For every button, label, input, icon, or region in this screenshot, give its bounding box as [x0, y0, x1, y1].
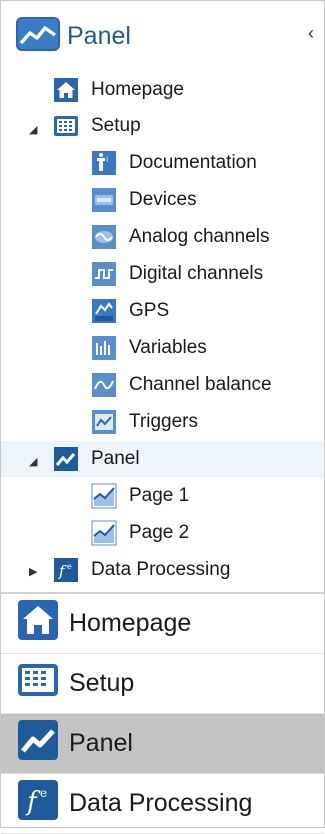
- expand-right-icon[interactable]: ▶: [29, 565, 37, 578]
- tree-item-label: Documentation: [129, 152, 257, 173]
- tree-item-label: Analog channels: [129, 226, 270, 247]
- nav-item-homepage[interactable]: Homepage: [1, 594, 324, 654]
- analog-channels-icon: [92, 225, 116, 249]
- tree-item-channel-balance[interactable]: Channel balance: [91, 367, 272, 403]
- tree-item-setup[interactable]: Setup: [53, 108, 141, 144]
- page-icon: [91, 483, 117, 509]
- panel-icon: [54, 447, 78, 471]
- setup-icon: [54, 116, 78, 136]
- tree-item-digital-channels[interactable]: Digital channels: [91, 256, 263, 292]
- nav-item-setup[interactable]: Setup: [1, 654, 324, 714]
- tree-item-label: Page 1: [129, 485, 190, 506]
- svg-text:e: e: [67, 562, 72, 571]
- panel-header: Panel ‹: [1, 1, 324, 71]
- expand-down-icon[interactable]: ◢: [29, 455, 37, 468]
- tree-item-label: Variables: [129, 337, 207, 358]
- tree-item-triggers[interactable]: Triggers: [91, 404, 198, 440]
- nav-item-label: Data Processing: [69, 789, 253, 817]
- tree-item-data-processing[interactable]: f e Data Processing: [53, 552, 230, 588]
- tree-item-documentation[interactable]: i Documentation: [91, 145, 257, 181]
- nav-item-label: Homepage: [69, 609, 192, 637]
- setup-icon: [17, 659, 59, 708]
- variables-icon: [92, 336, 116, 360]
- tree-item-label: Triggers: [129, 411, 198, 432]
- tree-item-label: Panel: [91, 448, 140, 469]
- data-processing-icon: f e: [54, 558, 78, 582]
- tree-item-label: Homepage: [91, 79, 184, 100]
- documentation-icon: i: [92, 151, 116, 175]
- tree-item-devices[interactable]: Devices: [91, 182, 197, 218]
- tree-item-gps[interactable]: GPS: [91, 293, 169, 329]
- nav-item-label: Setup: [69, 669, 135, 697]
- panel-icon: [17, 719, 59, 768]
- tree-item-page-1[interactable]: Page 1: [91, 478, 189, 514]
- tree-item-label: GPS: [129, 300, 170, 321]
- page-icon: [91, 520, 117, 546]
- triggers-icon: [92, 410, 116, 434]
- navigation-panel: Panel ‹ Homepage ◢ Setup i Documentation…: [0, 0, 325, 834]
- collapse-icon[interactable]: ‹: [308, 23, 314, 44]
- svg-text:i: i: [106, 155, 108, 164]
- tree-item-label: Digital channels: [129, 263, 264, 284]
- nav-item-data-processing[interactable]: f e Data Processing: [1, 774, 324, 834]
- devices-icon: [92, 188, 116, 212]
- home-icon: [54, 78, 78, 102]
- expand-down-icon[interactable]: ◢: [29, 123, 37, 136]
- tree-item-analog-channels[interactable]: Analog channels: [91, 219, 270, 255]
- nav-item-panel[interactable]: Panel: [1, 714, 324, 774]
- digital-channels-icon: [92, 262, 116, 286]
- data-processing-icon: f e: [17, 779, 59, 828]
- tree-item-label: Channel balance: [129, 374, 272, 395]
- panel-logo-icon: [15, 16, 61, 57]
- tree-item-page-2[interactable]: Page 2: [91, 515, 189, 551]
- tree-item-homepage[interactable]: Homepage: [53, 72, 184, 108]
- tree-item-label: Devices: [129, 189, 197, 210]
- tree-item-label: Page 2: [129, 522, 190, 543]
- navigation-tree: Homepage ◢ Setup i Documentation Devices…: [1, 72, 324, 592]
- tree-item-label: Setup: [91, 115, 141, 136]
- channel-balance-icon: [92, 373, 116, 397]
- tree-item-panel[interactable]: ◢ Panel: [1, 441, 324, 477]
- tree-item-variables[interactable]: Variables: [91, 330, 207, 366]
- svg-text:e: e: [40, 786, 47, 800]
- tree-item-label: Data Processing: [91, 559, 231, 580]
- panel-title: Panel: [67, 21, 131, 50]
- gps-icon: [92, 299, 116, 323]
- home-icon: [17, 599, 59, 648]
- nav-item-label: Panel: [69, 729, 133, 757]
- bottom-navigation: Homepage Setup Panel f e Data Processing: [1, 594, 324, 834]
